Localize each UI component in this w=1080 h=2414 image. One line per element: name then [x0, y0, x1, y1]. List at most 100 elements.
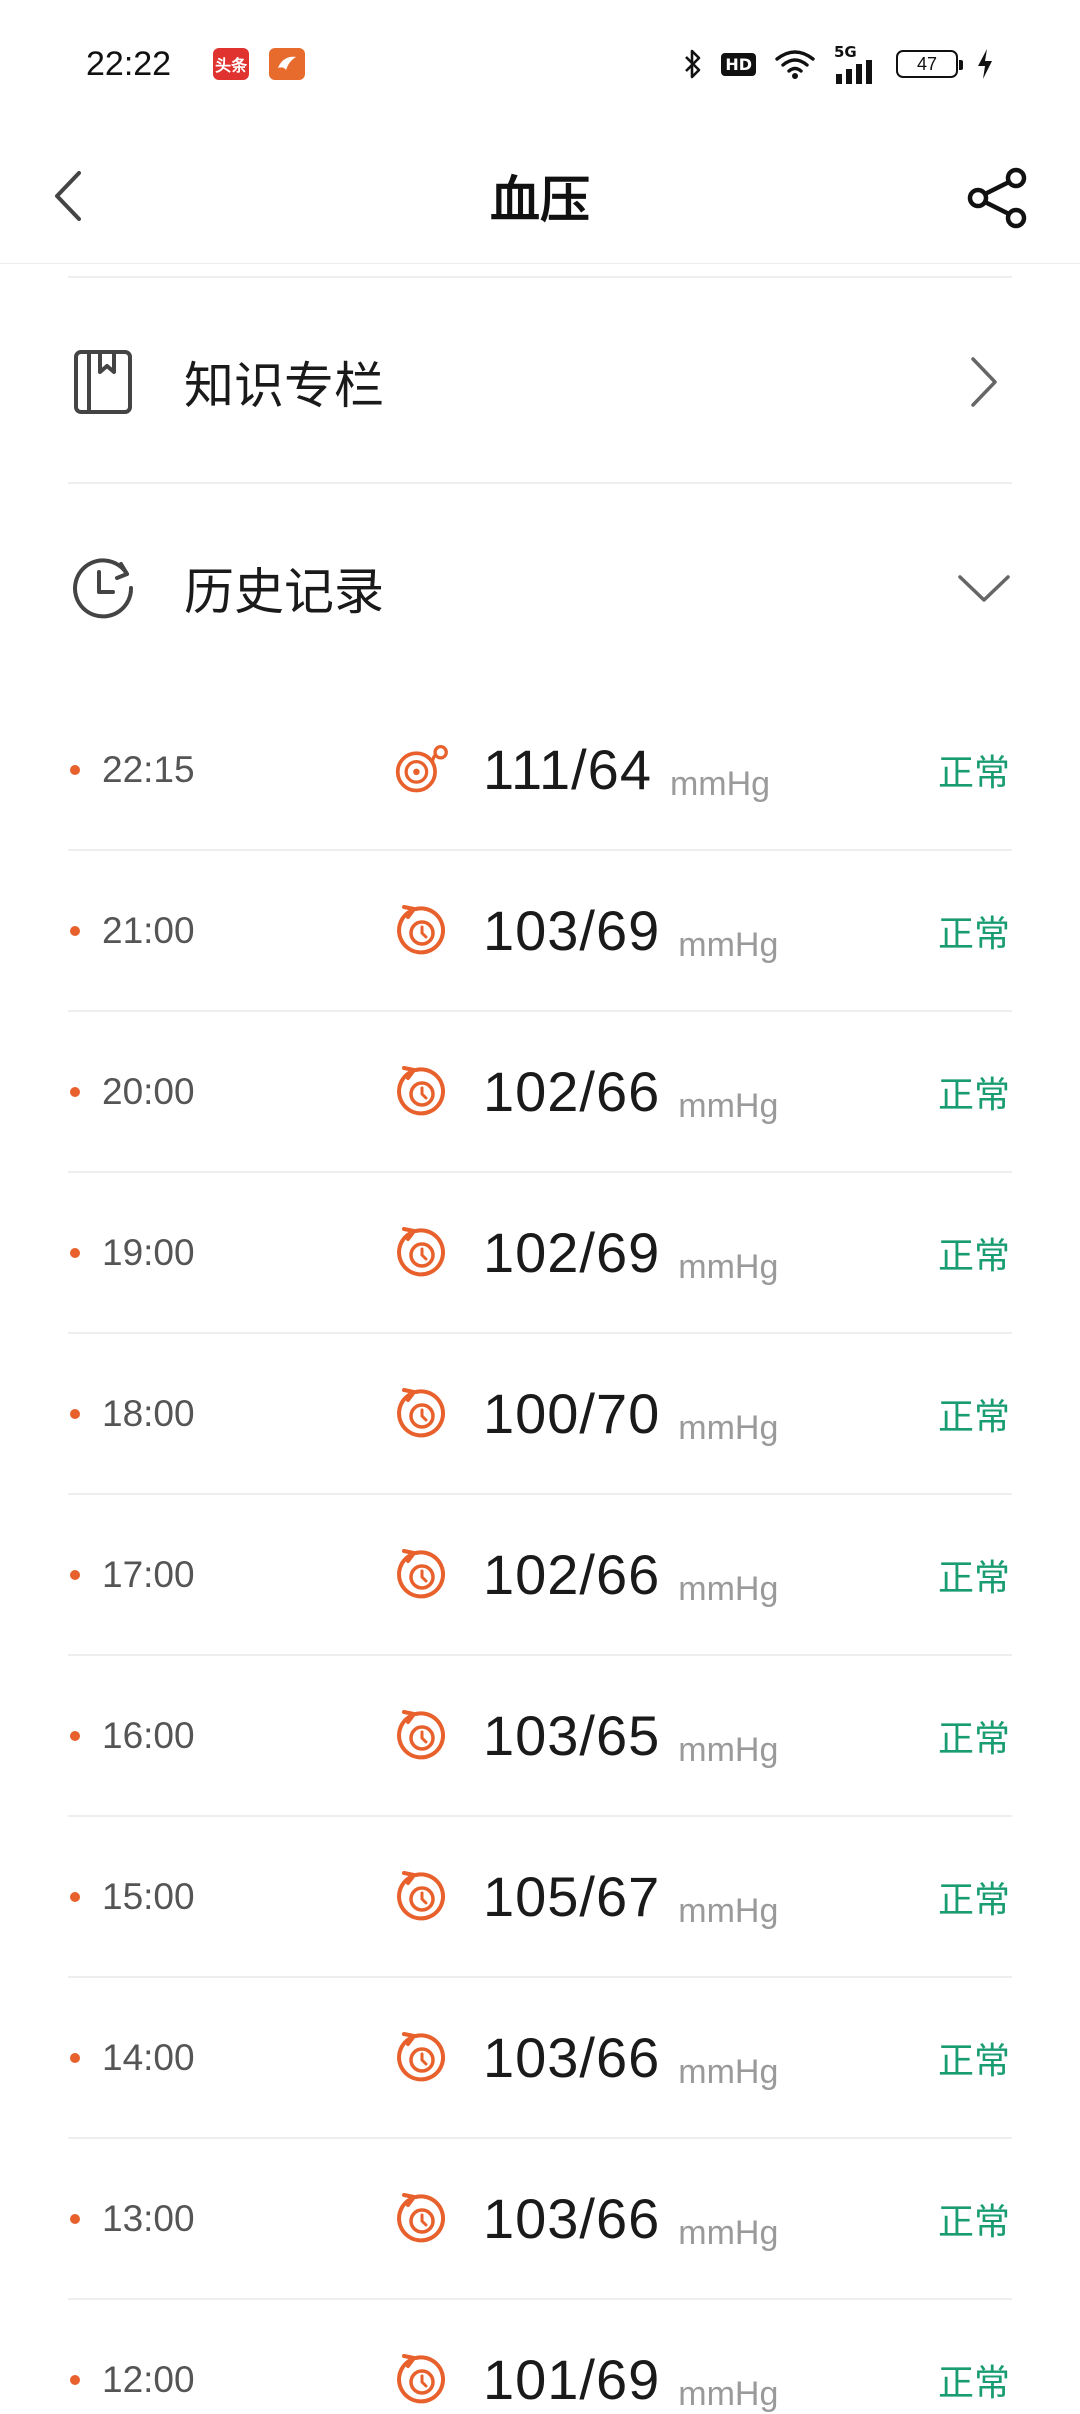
bp-value: 103/65 — [483, 1704, 661, 1767]
record-time: 22:15 — [102, 748, 195, 790]
battery-icon: 47 — [896, 50, 963, 78]
auto-measure-icon — [394, 1386, 450, 1442]
app-header: 血压 — [0, 128, 1080, 264]
divider — [68, 276, 1012, 278]
bird-app-icon — [269, 48, 306, 80]
bp-value: 103/66 — [483, 2187, 661, 2250]
record-dot — [70, 1891, 80, 1902]
status-badge: 正常 — [937, 1074, 1010, 1116]
bp-value: 101/69 — [483, 2348, 661, 2411]
bp-reading: 102/69 mmHg — [483, 1220, 779, 1286]
record-dot — [70, 764, 80, 775]
hd-icon: HD — [721, 52, 756, 76]
status-badge: 正常 — [937, 2362, 1010, 2404]
bluetooth-icon — [683, 48, 703, 80]
bp-unit: mmHg — [678, 2214, 779, 2252]
record-time: 19:00 — [102, 1231, 195, 1273]
network-label: 5G — [834, 42, 857, 61]
page-title: 血压 — [490, 171, 590, 229]
history-record-row[interactable]: 历史记录 — [68, 488, 1012, 688]
record-time: 18:00 — [102, 1392, 195, 1434]
auto-measure-icon — [394, 1225, 450, 1281]
status-badge: 正常 — [937, 1718, 1010, 1760]
auto-measure-icon — [394, 2030, 450, 2086]
auto-measure-icon — [394, 1064, 450, 1120]
bp-value: 105/67 — [483, 1865, 661, 1928]
history-record-item[interactable]: 13:00 103/66 mmHg 正常 — [68, 2139, 1012, 2300]
bp-reading: 102/66 mmHg — [483, 1059, 778, 1125]
toutiao-app-icon: 头条 — [213, 48, 250, 80]
record-dot — [70, 1569, 80, 1580]
history-list: 22:15 111/64 mmHg 正常 21:00 103/69 mmHg 正常 20:00 1… — [68, 690, 1012, 2414]
record-dot — [70, 2052, 80, 2063]
history-record-item[interactable]: 21:00 103/69 mmHg 正常 — [68, 851, 1012, 1012]
auto-measure-icon — [394, 1547, 450, 1603]
status-badge: 正常 — [937, 1235, 1010, 1277]
bp-unit: mmHg — [678, 1892, 779, 1930]
record-time: 14:00 — [102, 2036, 195, 2078]
history-record-item[interactable]: 17:00 102/66 mmHg 正常 — [68, 1495, 1012, 1656]
status-time: 22:22 — [86, 44, 172, 83]
bp-reading: 103/69 mmHg — [483, 898, 779, 964]
status-badge: 正常 — [937, 752, 1010, 794]
chevron-right-icon — [956, 354, 1012, 410]
bp-reading: 105/67 mmHg — [483, 1864, 779, 1930]
record-time: 17:00 — [102, 1553, 195, 1595]
bp-value: 102/69 — [483, 1221, 661, 1284]
bp-unit: mmHg — [678, 1409, 779, 1447]
knowledge-column-label: 知识专栏 — [184, 357, 384, 415]
history-record-label: 历史记录 — [184, 563, 384, 621]
history-record-item[interactable]: 14:00 103/66 mmHg 正常 — [68, 1978, 1012, 2139]
bp-value: 103/66 — [483, 2026, 661, 2089]
wifi-icon — [774, 48, 816, 80]
share-button[interactable] — [962, 162, 1034, 234]
bp-reading: 102/66 mmHg — [483, 1542, 779, 1608]
bp-reading: 103/66 mmHg — [483, 2025, 779, 2091]
status-bar: 22:22 头条 HD 5G 47 — [0, 0, 1080, 128]
status-badge: 正常 — [937, 1557, 1010, 1599]
manual-measure-icon — [394, 742, 450, 798]
status-badge: 正常 — [937, 2040, 1010, 2082]
record-dot — [70, 2374, 80, 2385]
app-screen: 22:22 头条 HD 5G 47 血压 知识专栏 历史记录 22:15 111… — [0, 0, 1080, 2414]
auto-measure-icon — [394, 1708, 450, 1764]
share-icon — [967, 167, 1027, 229]
status-badge: 正常 — [937, 913, 1010, 955]
signal-5g-icon: 5G — [834, 42, 878, 84]
history-record-item[interactable]: 22:15 111/64 mmHg 正常 — [68, 690, 1012, 851]
history-record-item[interactable]: 12:00 101/69 mmHg 正常 — [68, 2300, 1012, 2414]
chevron-down-icon — [956, 560, 1012, 616]
bp-reading: 111/64 mmHg — [483, 737, 771, 803]
record-time: 12:00 — [102, 2358, 195, 2400]
bp-reading: 103/65 mmHg — [483, 1703, 779, 1769]
history-record-item[interactable]: 20:00 102/66 mmHg 正常 — [68, 1012, 1012, 1173]
record-time: 16:00 — [102, 1714, 195, 1756]
knowledge-column-row[interactable]: 知识专栏 — [68, 282, 1012, 482]
history-record-item[interactable]: 15:00 105/67 mmHg 正常 — [68, 1817, 1012, 1978]
status-badge: 正常 — [937, 2201, 1010, 2243]
divider — [68, 482, 1012, 484]
bp-value: 102/66 — [483, 1543, 661, 1606]
bp-unit: mmHg — [678, 1570, 779, 1608]
bp-unit: mmHg — [678, 1248, 779, 1286]
record-dot — [70, 1086, 80, 1097]
record-dot — [70, 2213, 80, 2224]
bp-unit: mmHg — [678, 2053, 779, 2091]
book-icon — [68, 347, 138, 417]
record-dot — [70, 1247, 80, 1258]
bp-reading: 100/70 mmHg — [483, 1381, 779, 1447]
bp-value: 111/64 — [483, 738, 652, 801]
bp-unit: mmHg — [678, 1731, 779, 1769]
bp-unit: mmHg — [669, 765, 771, 803]
record-time: 15:00 — [102, 1875, 195, 1917]
record-dot — [70, 1408, 80, 1419]
status-badge: 正常 — [937, 1879, 1010, 1921]
history-record-item[interactable]: 18:00 100/70 mmHg 正常 — [68, 1334, 1012, 1495]
auto-measure-icon — [394, 1869, 450, 1925]
history-record-item[interactable]: 19:00 102/69 mmHg 正常 — [68, 1173, 1012, 1334]
bp-value: 100/70 — [483, 1382, 661, 1445]
history-record-item[interactable]: 16:00 103/65 mmHg 正常 — [68, 1656, 1012, 1817]
record-time: 20:00 — [102, 1070, 195, 1112]
bp-unit: mmHg — [678, 926, 779, 964]
charging-icon — [976, 48, 994, 80]
